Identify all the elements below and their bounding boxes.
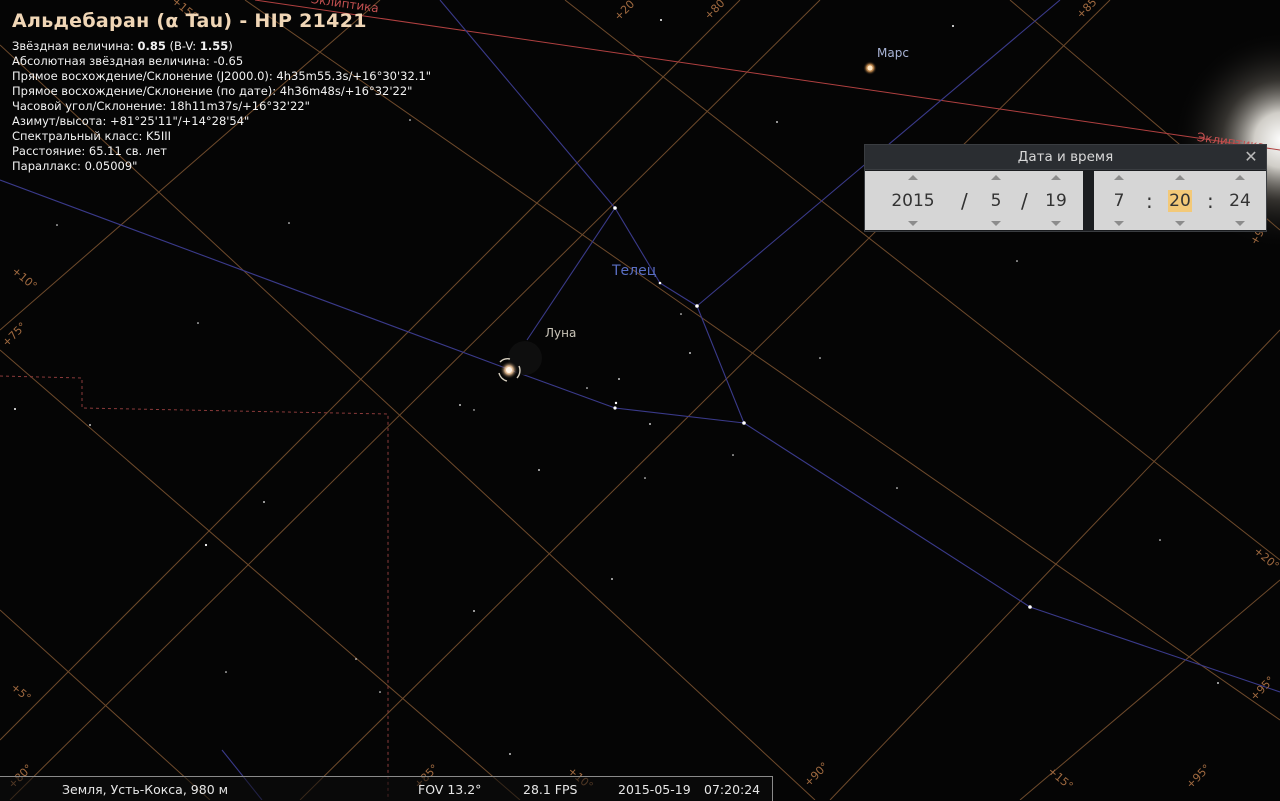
status-date: 2015-05-19 xyxy=(618,782,691,797)
mars-label: Марс xyxy=(877,46,909,60)
chevron-down-icon[interactable] xyxy=(1051,221,1061,226)
parallax-line: Параллакс: 0.05009" xyxy=(12,159,138,173)
ra-dec-j2000-line: Прямое восхождение/Склонение (J2000.0): … xyxy=(12,69,432,83)
chevron-up-icon[interactable] xyxy=(1114,175,1124,180)
mars[interactable] xyxy=(867,65,873,71)
hour-angle-line: Часовой угол/Склонение: 18h11m37s/+16°32… xyxy=(12,99,310,113)
az-alt-line: Азимут/высота: +81°25'11"/+14°28'54" xyxy=(12,114,250,128)
ra-dec-date-line: Прямое восхождение/Склонение (по дате): … xyxy=(12,84,413,98)
constellation-label-taurus: Телец xyxy=(612,263,657,279)
chevron-up-icon[interactable] xyxy=(908,175,918,180)
hour-value[interactable]: 7 xyxy=(1102,190,1136,212)
magnitude-label: Звёздная величина: xyxy=(12,39,138,53)
abs-magnitude-line: Абсолютная звёздная величина: -0.65 xyxy=(12,54,244,68)
status-fov: FOV 13.2° xyxy=(418,782,482,797)
aldebaran[interactable] xyxy=(506,367,512,373)
datetime-dialog: Дата и время ✕ 2015 / 5 / 19 7 : 20: 24 xyxy=(864,144,1267,232)
minute-value[interactable]: 20 xyxy=(1168,190,1192,212)
magnitude-value: 0.85 xyxy=(137,39,166,53)
chevron-down-icon[interactable] xyxy=(1114,221,1124,226)
object-title: Альдебаран (α Tau) - HIP 21421 xyxy=(12,10,367,32)
close-icon[interactable]: ✕ xyxy=(1242,148,1260,166)
chevron-up-icon[interactable] xyxy=(1235,175,1245,180)
chevron-up-icon[interactable] xyxy=(991,175,1001,180)
time-separator: : xyxy=(1146,189,1153,213)
spectral-class-line: Спектральный класс: K5III xyxy=(12,129,172,143)
chevron-up-icon[interactable] xyxy=(1175,175,1185,180)
status-fps: 28.1 FPS xyxy=(523,782,578,797)
chevron-down-icon[interactable] xyxy=(1175,221,1185,226)
status-bar: Земля, Усть-Кокса, 980 м FOV 13.2° 28.1 … xyxy=(0,776,773,801)
chevron-down-icon[interactable] xyxy=(991,221,1001,226)
bv-value: 1.55 xyxy=(199,39,229,53)
chevron-down-icon[interactable] xyxy=(908,221,918,226)
second-value[interactable]: 24 xyxy=(1223,190,1257,212)
datetime-dialog-title[interactable]: Дата и время xyxy=(865,145,1266,170)
magnitude-line: Звёздная величина: 0.85 (B-V: 1.55) xyxy=(12,39,431,54)
day-spinner[interactable]: 19 xyxy=(1039,171,1073,230)
chevron-down-icon[interactable] xyxy=(1235,221,1245,226)
moon-label: Луна xyxy=(545,326,577,340)
date-spinners: 2015 / 5 / 19 xyxy=(865,171,1083,230)
status-time: 07:20:24 xyxy=(704,782,761,797)
bv-close: ) xyxy=(228,39,233,53)
object-info-panel: Альдебаран (α Tau) - HIP 21421 Звёздная … xyxy=(12,10,431,174)
year-spinner[interactable]: 2015 xyxy=(877,171,949,230)
second-spinner[interactable]: 24 xyxy=(1223,171,1257,230)
day-value[interactable]: 19 xyxy=(1039,190,1073,212)
time-spinners: 7 : 20 : 24 xyxy=(1094,171,1266,230)
hour-spinner[interactable]: 7 xyxy=(1102,171,1136,230)
date-separator: / xyxy=(1021,189,1028,213)
time-separator: : xyxy=(1207,189,1214,213)
bv-label: (B-V: xyxy=(165,39,200,53)
year-value[interactable]: 2015 xyxy=(877,190,949,212)
chevron-up-icon[interactable] xyxy=(1051,175,1061,180)
minute-spinner[interactable]: 20 xyxy=(1163,171,1197,230)
status-location[interactable]: Земля, Усть-Кокса, 980 м xyxy=(62,782,228,797)
constellation-boundary xyxy=(0,375,389,800)
date-separator: / xyxy=(961,189,968,213)
month-spinner[interactable]: 5 xyxy=(979,171,1013,230)
distance-line: Расстояние: 65.11 св. лет xyxy=(12,144,167,158)
month-value[interactable]: 5 xyxy=(979,190,1013,212)
